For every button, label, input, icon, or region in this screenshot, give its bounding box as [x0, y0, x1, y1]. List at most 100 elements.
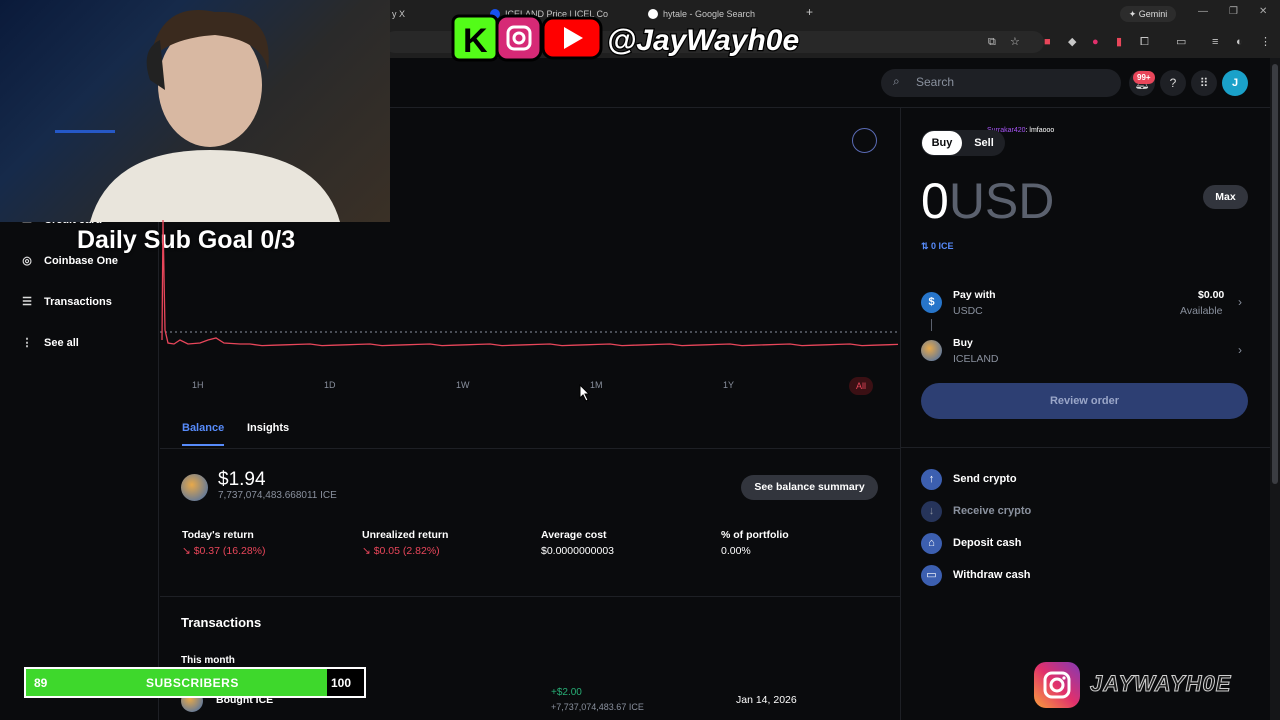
apps-grid-icon[interactable]: ⠿ [1191, 70, 1217, 96]
extension-icon[interactable]: ▮ [1116, 35, 1122, 49]
adblock-extension-icon[interactable]: ■ [1044, 35, 1051, 49]
connector-line [931, 319, 932, 331]
stat-value-unrealized-return: ↘ $0.05 (2.82%) [362, 545, 440, 557]
stat-label-average-cost: Average cost [541, 529, 607, 541]
svg-text:K: K [463, 22, 488, 60]
price-chart[interactable] [160, 210, 900, 360]
stat-value-portfolio-pct: 0.00% [721, 545, 751, 557]
maximize-icon[interactable]: ❐ [1229, 6, 1238, 17]
transaction-ice: +7,737,074,483.67 ICE [551, 702, 644, 712]
banner-handle: @JayWayh0e [607, 24, 799, 57]
browser-menu-icon[interactable]: ⋮ [1260, 35, 1271, 49]
withdraw-cash-action[interactable]: Withdraw cash [953, 569, 1031, 581]
sidebar-item-coinbase-one[interactable]: ◎ Coinbase One [20, 254, 118, 268]
arrow-down-icon: ↓ [921, 501, 942, 522]
extension-icon[interactable]: ◆ [1068, 35, 1076, 49]
buy-asset-name: ICELAND [953, 353, 999, 365]
pay-with-label[interactable]: Pay with [953, 289, 996, 301]
close-icon[interactable]: ✕ [1259, 6, 1267, 17]
search-icon: ⌕ [893, 74, 900, 88]
extension-icon[interactable]: ● [1092, 35, 1099, 49]
balance-usd: $1.94 [218, 469, 266, 490]
buy-tab-button[interactable]: Buy [922, 131, 962, 155]
amount-value: 0 [921, 173, 949, 229]
max-button[interactable]: Max [1203, 185, 1248, 209]
balance-ice: 7,737,074,483.668011 ICE [218, 490, 337, 501]
social-banner: K @JayWayh0e [451, 12, 831, 64]
sidebar-item-transactions[interactable]: ☰ Transactions [20, 295, 112, 309]
receive-crypto-action[interactable]: Receive crypto [953, 505, 1031, 517]
notification-badge: 99+ [1133, 71, 1155, 84]
help-button[interactable]: ? [1160, 70, 1186, 96]
pay-available: Available [1180, 305, 1223, 317]
chevron-right-icon[interactable]: › [1238, 343, 1242, 357]
avatar[interactable]: J [1222, 70, 1248, 96]
tab-balance[interactable]: Balance [182, 422, 224, 434]
chevron-right-icon[interactable]: › [1238, 295, 1242, 309]
range-1m-button[interactable]: 1M [590, 380, 603, 390]
social-banner-graphic: K @JayWayh0e [451, 14, 800, 62]
scrollbar-thumb[interactable] [1272, 64, 1278, 484]
panel-divider [900, 108, 901, 720]
price-line [161, 219, 899, 347]
see-balance-summary-button[interactable]: See balance summary [741, 475, 878, 500]
profile-icon[interactable]: ◐ [1236, 35, 1243, 49]
extensions-puzzle-icon[interactable]: ⧠ [1140, 35, 1149, 49]
chart-crosshair-indicator [852, 128, 877, 153]
subscriber-target: 100 [331, 676, 352, 690]
more-vertical-icon: ⋮ [21, 337, 33, 349]
usdc-icon: $ [921, 292, 942, 313]
amount-currency: USD [948, 173, 1055, 229]
bookmark-star-icon[interactable]: ☆ [1010, 35, 1020, 49]
transaction-usd: +$2.00 [551, 687, 582, 698]
stat-label-todays-return: Today's return [182, 529, 254, 541]
sidebar-item-see-all[interactable]: ⋮ See all [20, 336, 79, 350]
webcam-overlay [0, 0, 390, 222]
stat-value-average-cost: $0.0000000003 [541, 545, 614, 557]
divider [160, 448, 900, 449]
arrow-up-icon: ↑ [921, 469, 942, 490]
coinbase-one-icon: ◎ [22, 255, 32, 267]
instagram-logo-icon [1034, 662, 1080, 708]
swap-icon: ⇅ [921, 241, 932, 251]
stat-value-todays-return: ↘ $0.37 (16.28%) [182, 545, 266, 557]
buy-asset-label[interactable]: Buy [953, 337, 973, 349]
divider [900, 447, 1270, 448]
review-order-button[interactable]: Review order [921, 383, 1248, 419]
iceland-coin-icon [181, 474, 208, 501]
transactions-period: This month [181, 655, 235, 666]
subscriber-count: 89 [34, 676, 48, 690]
sell-tab-button[interactable]: Sell [968, 131, 1000, 155]
install-icon[interactable]: ⧉ [988, 35, 996, 49]
range-1y-button[interactable]: 1Y [723, 380, 734, 390]
deposit-cash-action[interactable]: Deposit cash [953, 537, 1021, 549]
range-all-button[interactable]: All [849, 377, 873, 395]
converted-amount[interactable]: ⇅ 0 ICE [921, 241, 954, 252]
send-crypto-action[interactable]: Send crypto [953, 473, 1017, 485]
stat-label-unrealized-return: Unrealized return [362, 529, 449, 541]
subscriber-label: SUBSCRIBERS [146, 676, 239, 690]
chat-text: : lmfaooo [1025, 127, 1055, 134]
reading-list-icon[interactable]: ≡ [1212, 35, 1218, 49]
range-1w-button[interactable]: 1W [456, 380, 470, 390]
webcam-person-image [55, 10, 340, 222]
transaction-date: Jan 14, 2026 [736, 694, 797, 706]
tab-insights[interactable]: Insights [247, 422, 289, 434]
instagram-glyph [1043, 671, 1071, 699]
minimize-icon[interactable]: — [1198, 6, 1208, 17]
pay-balance: $0.00 [1198, 289, 1225, 301]
page-scrollbar[interactable] [1270, 58, 1280, 720]
search-input[interactable]: ⌕ Search [881, 69, 1121, 97]
range-1d-button[interactable]: 1D [324, 380, 336, 390]
sidebar [0, 200, 159, 720]
amount-input[interactable]: 0USD [921, 172, 1054, 230]
bank-icon: ⌂ [921, 533, 942, 554]
iceland-coin-icon [921, 340, 942, 361]
transactions-title: Transactions [181, 615, 262, 630]
gemini-button[interactable]: ✦ Gemini [1120, 6, 1176, 22]
cast-icon[interactable]: ▭ [1176, 35, 1186, 49]
stat-label-portfolio-pct: % of portfolio [721, 529, 789, 541]
browser-tab[interactable]: y X [392, 6, 405, 28]
tab-indicator [182, 444, 224, 446]
range-1h-button[interactable]: 1H [192, 380, 204, 390]
